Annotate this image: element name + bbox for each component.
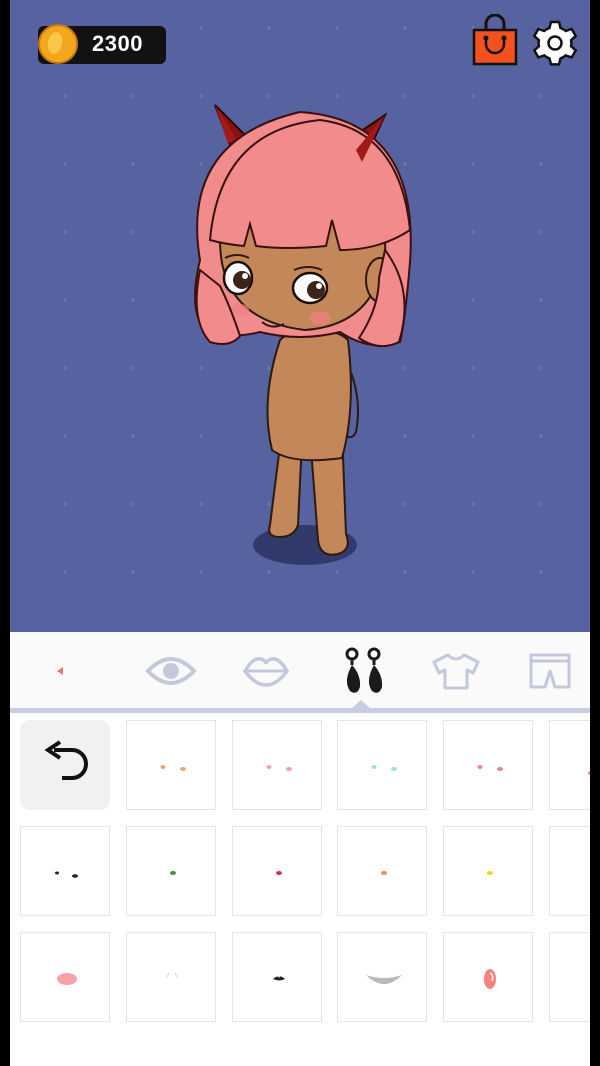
- eye-icon: [145, 657, 197, 685]
- back-arrow-tab[interactable]: [32, 646, 88, 696]
- item-cell[interactable]: [443, 826, 533, 916]
- item-cell[interactable]: [232, 826, 322, 916]
- item-preview: [550, 933, 590, 1023]
- customization-panel: [10, 632, 590, 1066]
- item-preview: [166, 972, 178, 978]
- item-cell[interactable]: [337, 826, 427, 916]
- settings-button[interactable]: [532, 20, 578, 66]
- tab-eyes[interactable]: [141, 646, 201, 696]
- character-avatar: [194, 104, 412, 565]
- item-preview: [160, 765, 186, 771]
- tab-earrings[interactable]: [333, 646, 393, 696]
- item-cell[interactable]: [443, 932, 533, 1022]
- shop-button[interactable]: [472, 13, 518, 66]
- item-cell[interactable]: [337, 720, 427, 810]
- item-cell[interactable]: [20, 826, 110, 916]
- undo-button[interactable]: [20, 720, 110, 810]
- item-cell[interactable]: [232, 720, 322, 810]
- item-cell[interactable]: [20, 932, 110, 1022]
- item-cell[interactable]: [549, 932, 590, 1022]
- item-cell[interactable]: [337, 932, 427, 1022]
- item-preview: [477, 765, 503, 771]
- item-preview: [366, 975, 402, 984]
- item-preview: [57, 973, 77, 985]
- gear-icon: [532, 20, 578, 66]
- lips-icon: [242, 657, 290, 687]
- shopping-bag-icon: [472, 13, 518, 66]
- item-preview: [170, 871, 176, 875]
- item-preview: [381, 871, 387, 875]
- item-cell[interactable]: [549, 720, 590, 810]
- gold-coin-icon: [38, 24, 78, 64]
- item-preview: [273, 976, 285, 981]
- undo-icon: [44, 740, 88, 780]
- tab-bottoms[interactable]: [520, 646, 580, 696]
- item-cell[interactable]: [232, 932, 322, 1022]
- shirt-icon: [432, 653, 480, 690]
- item-preview: [484, 969, 496, 989]
- item-preview: [266, 765, 292, 771]
- item-cell[interactable]: [126, 932, 216, 1022]
- item-cell[interactable]: [126, 826, 216, 916]
- tab-lips[interactable]: [236, 646, 296, 696]
- coin-amount: 2300: [92, 31, 143, 56]
- item-preview: [276, 871, 282, 875]
- item-preview: [55, 871, 78, 878]
- item-grid: [10, 718, 590, 1066]
- coin-counter: 2300: [38, 24, 166, 64]
- item-cell[interactable]: [443, 720, 533, 810]
- item-preview: [487, 871, 493, 875]
- earrings-icon: [345, 647, 383, 693]
- item-preview: [550, 827, 590, 917]
- item-preview: [371, 765, 397, 771]
- category-tabs: [10, 632, 590, 708]
- shorts-icon: [529, 653, 571, 689]
- left-arrow-icon: [57, 667, 63, 675]
- item-cell[interactable]: [126, 720, 216, 810]
- character-stage: 2300: [10, 0, 590, 632]
- item-preview: [588, 771, 590, 775]
- tab-underline: [10, 708, 590, 713]
- tab-tops[interactable]: [426, 646, 486, 696]
- item-cell[interactable]: [549, 826, 590, 916]
